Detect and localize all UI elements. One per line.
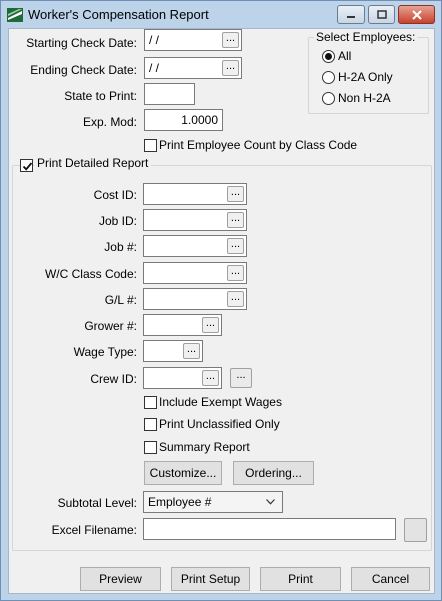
state-to-print-field[interactable] <box>144 83 195 105</box>
grower-number-field[interactable]: ... <box>143 314 222 336</box>
excel-filename-label: Excel Filename: <box>51 523 137 537</box>
subtotal-level-value: Employee # <box>148 495 212 509</box>
window-title: Worker's Compensation Report <box>28 7 209 22</box>
print-detailed-report-label: Print Detailed Report <box>34 156 152 170</box>
gl-number-field[interactable]: ... <box>143 288 247 310</box>
gl-number-lookup-button[interactable]: ... <box>227 291 244 307</box>
job-number-lookup-button[interactable]: ... <box>227 238 244 254</box>
radio-h2a-only[interactable] <box>322 71 335 84</box>
radio-all-label: All <box>338 49 352 63</box>
subtotal-level-label: Subtotal Level: <box>57 496 137 510</box>
grower-number-label: Grower #: <box>84 319 137 333</box>
wc-class-code-label: W/C Class Code: <box>44 267 137 281</box>
crew-id-extra-lookup-button[interactable]: ... <box>230 368 252 388</box>
chevron-down-icon <box>266 499 275 505</box>
title-bar: Worker's Compensation Report <box>1 1 441 28</box>
customize-button[interactable]: Customize... <box>144 461 222 485</box>
include-exempt-wages-label: Include Exempt Wages <box>159 395 282 409</box>
state-to-print-label: State to Print: <box>64 89 137 103</box>
radio-all[interactable] <box>322 50 335 63</box>
exp-mod-field[interactable]: 1.0000 <box>144 109 223 131</box>
close-button[interactable] <box>398 5 435 24</box>
ending-check-date-label: Ending Check Date: <box>30 63 137 77</box>
radio-non-h2a-label: Non H-2A <box>338 91 391 105</box>
print-setup-button[interactable]: Print Setup <box>171 567 250 591</box>
minimize-button[interactable] <box>337 5 365 24</box>
cost-id-label: Cost ID: <box>93 188 137 202</box>
crew-id-field[interactable]: ... <box>143 367 222 389</box>
radio-non-h2a[interactable] <box>322 92 335 105</box>
cancel-button[interactable]: Cancel <box>351 567 430 591</box>
summary-report-label: Summary Report <box>159 440 250 454</box>
starting-check-date-value: / / <box>149 33 160 47</box>
subtotal-level-select[interactable]: Employee # <box>143 491 283 513</box>
ending-check-date-field[interactable]: / / ... <box>144 57 242 79</box>
report-window: Worker's Compensation Report Starting Ch… <box>0 0 442 601</box>
job-id-field[interactable]: ... <box>143 209 247 231</box>
grower-number-lookup-button[interactable]: ... <box>202 317 219 333</box>
crew-id-lookup-button[interactable]: ... <box>202 370 219 386</box>
include-exempt-wages-checkbox[interactable] <box>144 396 157 409</box>
wage-type-lookup-button[interactable]: ... <box>183 343 200 359</box>
wage-type-label: Wage Type: <box>73 345 137 359</box>
print-employee-count-checkbox[interactable] <box>144 139 157 152</box>
select-employees-title: Select Employees: <box>314 30 418 44</box>
maximize-icon <box>376 10 387 19</box>
print-unclassified-only-checkbox[interactable] <box>144 418 157 431</box>
cost-id-field[interactable]: ... <box>143 183 247 205</box>
wage-type-field[interactable]: ... <box>143 340 203 362</box>
wc-class-code-field[interactable]: ... <box>143 262 247 284</box>
form-body: Starting Check Date: / / ... Ending Chec… <box>8 28 435 594</box>
wc-class-code-lookup-button[interactable]: ... <box>227 265 244 281</box>
ending-check-date-picker-button[interactable]: ... <box>222 60 239 76</box>
job-number-field[interactable]: ... <box>143 235 247 257</box>
crew-id-label: Crew ID: <box>90 372 137 386</box>
job-id-lookup-button[interactable]: ... <box>227 212 244 228</box>
print-employee-count-label: Print Employee Count by Class Code <box>159 138 358 152</box>
ending-check-date-value: / / <box>149 61 160 75</box>
print-unclassified-only-label: Print Unclassified Only <box>159 417 280 431</box>
job-id-label: Job ID: <box>98 214 137 228</box>
print-button[interactable]: Print <box>260 567 341 591</box>
radio-h2a-only-label: H-2A Only <box>338 70 393 84</box>
ordering-button[interactable]: Ordering... <box>233 461 314 485</box>
starting-check-date-picker-button[interactable]: ... <box>222 32 239 48</box>
print-detailed-report-checkbox[interactable] <box>20 159 33 172</box>
footer-bar: Preview Print Setup Print Cancel <box>9 564 434 593</box>
checkmark-icon <box>22 162 33 171</box>
close-icon <box>411 9 422 20</box>
minimize-icon <box>347 15 355 18</box>
maximize-button[interactable] <box>368 5 395 24</box>
cost-id-lookup-button[interactable]: ... <box>227 186 244 202</box>
job-number-label: Job #: <box>104 240 137 254</box>
starting-check-date-field[interactable]: / / ... <box>144 29 242 51</box>
app-logo-icon <box>7 8 23 22</box>
exp-mod-label: Exp. Mod: <box>82 115 137 129</box>
excel-file-browse-button[interactable] <box>404 518 427 542</box>
gl-number-label: G/L #: <box>104 293 137 307</box>
preview-button[interactable]: Preview <box>80 567 161 591</box>
excel-filename-field[interactable] <box>143 518 396 540</box>
summary-report-checkbox[interactable] <box>144 441 157 454</box>
starting-check-date-label: Starting Check Date: <box>26 36 137 50</box>
